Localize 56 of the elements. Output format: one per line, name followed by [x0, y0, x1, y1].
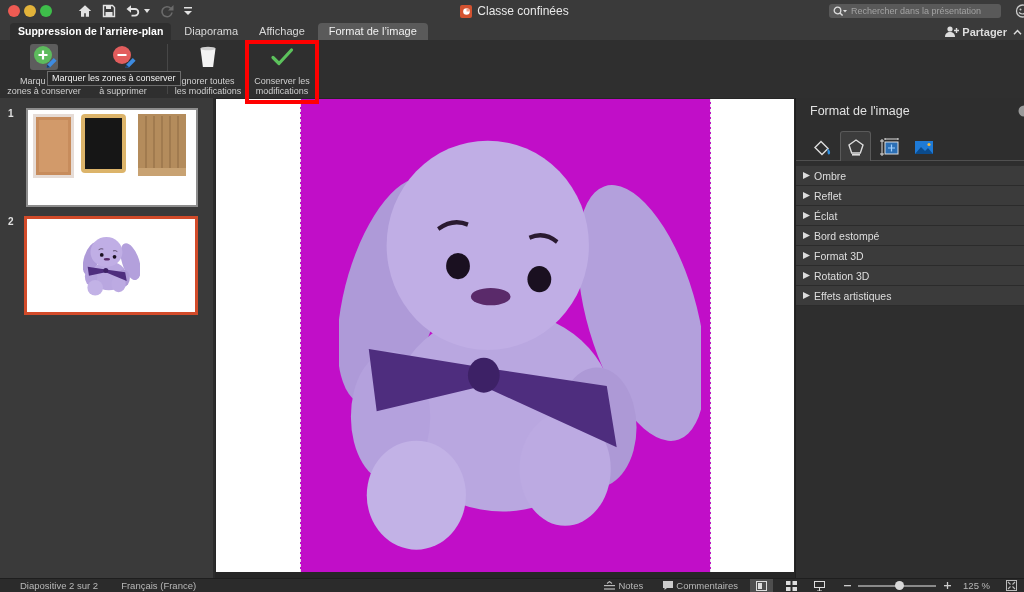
grid-icon	[785, 580, 797, 591]
presentation-file-icon	[460, 4, 473, 18]
slide-thumbnail[interactable]	[26, 108, 198, 207]
save-icon[interactable]	[102, 4, 116, 18]
window-title: Classe confinées	[477, 4, 569, 18]
keep-changes-button[interactable]: Conserver les modifications	[249, 44, 315, 98]
wooden-crate-drawing	[138, 114, 186, 176]
ribbon-tab[interactable]: Affichage	[251, 23, 313, 40]
smiley-icon[interactable]	[1015, 4, 1024, 18]
zoom-percentage: 125 %	[963, 579, 990, 592]
normal-view-button[interactable]	[750, 579, 774, 592]
ribbon-tab[interactable]: Diaporama	[176, 23, 247, 40]
slide-number: 2	[8, 216, 15, 228]
share-button[interactable]: Partager	[945, 23, 1007, 40]
screen-icon	[813, 580, 825, 591]
language-label: Français (France)	[121, 579, 197, 592]
fit-to-window-icon[interactable]	[1006, 580, 1017, 591]
zoom-in-icon[interactable]	[944, 582, 952, 589]
size-position-icon	[879, 137, 900, 156]
comments-button[interactable]: Commentaires	[663, 579, 739, 592]
ribbon-tab[interactable]: Format de l’image	[317, 23, 428, 40]
toolbar-options-icon[interactable]	[184, 6, 192, 16]
pentagon-icon	[845, 137, 866, 156]
search-field[interactable]: Rechercher dans la présentation	[829, 4, 1001, 18]
cardboard-box-drawing	[33, 114, 74, 178]
slider-thumb[interactable]	[895, 581, 905, 590]
section-header[interactable]: Éclat	[796, 206, 1024, 226]
fullscreen-icon[interactable]	[40, 5, 52, 17]
zoom-out-icon[interactable]	[844, 582, 852, 589]
home-icon[interactable]	[78, 4, 92, 18]
add-person-icon	[945, 26, 960, 37]
slide-counter: Diapositive 2 sur 2	[20, 579, 99, 592]
slide-number: 1	[8, 108, 15, 120]
section-header[interactable]: Ombre	[796, 166, 1024, 186]
caret-up-icon[interactable]	[1013, 29, 1022, 35]
minimize-icon[interactable]	[24, 5, 36, 17]
undo-icon[interactable]	[126, 4, 140, 18]
search-icon	[833, 6, 847, 16]
notes-icon	[604, 581, 616, 590]
pentagon-tab[interactable]	[840, 131, 871, 161]
notes-button[interactable]: Notes	[604, 579, 644, 592]
section-header[interactable]: Rotation 3D	[796, 266, 1024, 286]
section-header[interactable]: Effets artistiques	[796, 286, 1024, 306]
tooltip: Marquer les zones à conserver	[47, 71, 181, 86]
panel-title: Format de l'image	[810, 103, 910, 118]
chalkboard-drawing	[81, 114, 126, 173]
comment-icon	[663, 581, 674, 590]
close-icon[interactable]	[8, 5, 20, 17]
slide-thumbnail[interactable]	[24, 216, 198, 315]
section-header[interactable]: Bord estompé	[796, 226, 1024, 246]
close-icon[interactable]	[1018, 104, 1024, 117]
section-header[interactable]: Format 3D	[796, 246, 1024, 266]
normal-view-icon	[756, 580, 768, 591]
caret-icon[interactable]	[144, 9, 150, 13]
ribbon-tab[interactable]: Suppression de l’arrière-plan	[10, 23, 172, 40]
section-header[interactable]: Reflet	[796, 186, 1024, 206]
